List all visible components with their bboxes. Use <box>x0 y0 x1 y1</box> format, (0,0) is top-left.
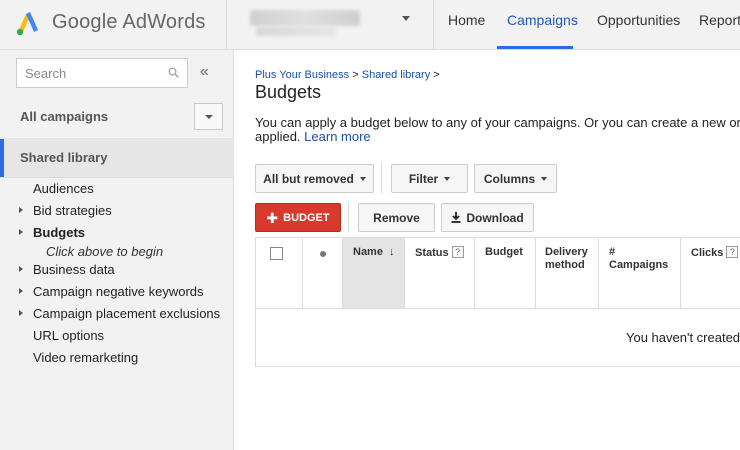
account-name[interactable] <box>250 10 360 26</box>
help-icon[interactable]: ? <box>726 246 739 258</box>
account-id <box>256 26 336 36</box>
nav-tab-opportunities[interactable]: Opportunities <box>597 12 680 28</box>
page-description: You can apply a budget below to any of y… <box>255 116 740 144</box>
column-label-text: Status <box>415 247 449 259</box>
remove-label: Remove <box>373 210 420 225</box>
column-header-delivery-method[interactable]: Delivery method <box>536 238 599 308</box>
status-dot-icon <box>320 251 326 257</box>
tree-item-campaign-placement-exclusions[interactable]: Campaign placement exclusions <box>33 306 220 321</box>
top-header: Google AdWords Home Campaigns Opportunit… <box>0 0 740 50</box>
breadcrumb-separator: > <box>433 69 440 81</box>
column-label: # Campaigns <box>609 246 669 271</box>
active-tab-indicator <box>497 46 573 49</box>
divider <box>0 177 234 178</box>
column-label-text: Clicks <box>691 247 724 259</box>
column-header-campaigns[interactable]: # Campaigns <box>599 238 681 308</box>
empty-table-message: You haven't created <box>626 330 740 345</box>
column-header-clicks[interactable]: Clicks? <box>681 238 740 308</box>
plus-icon: ✚ <box>266 209 279 226</box>
download-button[interactable]: Download <box>441 203 534 232</box>
description-line: You can apply a budget below to any of y… <box>255 115 740 130</box>
filter-label: Filter <box>408 171 439 186</box>
all-campaigns-dropdown-button[interactable] <box>194 103 223 130</box>
header-divider <box>226 0 227 49</box>
nav-tab-home[interactable]: Home <box>448 12 485 28</box>
column-label-text: Name <box>353 246 383 258</box>
status-filter-label: All but removed <box>263 171 354 186</box>
sidebar: « All campaigns Shared library Audiences… <box>0 50 234 450</box>
filter-dropdown[interactable]: Filter <box>391 164 468 193</box>
column-label: Clicks? <box>691 246 739 260</box>
add-budget-label: BUDGET <box>283 211 330 224</box>
description-line: applied. Learn more <box>255 130 740 144</box>
table-header: Name ↓ Status? Budget Delivery method # … <box>256 238 740 309</box>
budgets-table: Name ↓ Status? Budget Delivery method # … <box>255 237 740 367</box>
chevron-down-icon <box>205 115 213 119</box>
nav-tab-reports[interactable]: Reports <box>699 12 740 28</box>
columns-label: Columns <box>483 171 536 186</box>
breadcrumb-link-shared-library[interactable]: Shared library <box>362 69 430 81</box>
header-divider <box>433 0 434 49</box>
page-title: Budgets <box>255 82 322 102</box>
remove-button[interactable]: Remove <box>358 203 435 232</box>
columns-dropdown[interactable]: Columns <box>474 164 557 193</box>
budgets-hint: Click above to begin <box>46 244 164 259</box>
toolbar-divider <box>348 202 349 233</box>
breadcrumb: Plus Your Business > Shared library > <box>255 69 440 81</box>
search-icon[interactable] <box>168 67 179 78</box>
select-all-column <box>256 238 303 308</box>
download-label: Download <box>466 210 524 225</box>
column-header-status[interactable]: Status? <box>405 238 475 308</box>
column-label: Budget <box>485 246 523 258</box>
help-icon[interactable]: ? <box>451 246 464 258</box>
sort-arrow-icon: ↓ <box>389 246 395 258</box>
column-header-name[interactable]: Name ↓ <box>343 238 405 308</box>
column-label: Delivery method <box>545 246 588 271</box>
chevron-down-icon <box>541 176 548 181</box>
breadcrumb-separator: > <box>352 69 359 81</box>
select-all-checkbox[interactable] <box>270 247 283 260</box>
adwords-logo[interactable]: Google AdWords <box>14 6 206 38</box>
all-campaigns-link[interactable]: All campaigns <box>20 109 108 124</box>
column-label: Name ↓ <box>353 246 395 259</box>
expand-arrow-icon[interactable] <box>19 310 23 316</box>
tree-item-budgets[interactable]: Budgets <box>33 225 85 240</box>
logo-text: Google AdWords <box>52 10 206 33</box>
expand-arrow-icon[interactable] <box>19 288 23 294</box>
nav-tab-campaigns[interactable]: Campaigns <box>507 12 578 28</box>
chevron-down-icon <box>444 176 451 181</box>
sidebar-item-label: Shared library <box>20 150 108 165</box>
tree-item-url-options[interactable]: URL options <box>33 328 104 343</box>
add-budget-button[interactable]: ✚ BUDGET <box>255 203 341 232</box>
chevron-down-icon <box>359 176 366 181</box>
download-icon <box>451 212 461 223</box>
expand-arrow-icon[interactable] <box>19 207 23 213</box>
tree-item-audiences[interactable]: Audiences <box>33 181 94 196</box>
learn-more-link[interactable]: Learn more <box>304 129 370 144</box>
status-dot-column <box>303 238 343 308</box>
expand-arrow-icon[interactable] <box>19 266 23 272</box>
expand-arrow-icon[interactable] <box>19 229 23 235</box>
status-filter-dropdown[interactable]: All but removed <box>255 164 374 193</box>
collapse-sidebar-icon[interactable]: « <box>200 62 209 82</box>
account-dropdown-icon[interactable] <box>402 16 410 21</box>
adwords-logo-icon <box>16 12 38 36</box>
search-input[interactable] <box>17 59 157 87</box>
column-header-budget[interactable]: Budget <box>475 238 536 308</box>
main-content: Plus Your Business > Shared library > Bu… <box>235 50 740 450</box>
tree-item-video-remarketing[interactable]: Video remarketing <box>33 350 138 365</box>
tree-item-campaign-negative-keywords[interactable]: Campaign negative keywords <box>33 284 204 299</box>
sidebar-search <box>16 58 188 88</box>
description-text: applied. <box>255 129 301 144</box>
tree-item-bid-strategies[interactable]: Bid strategies <box>33 203 112 218</box>
toolbar-divider <box>381 163 382 194</box>
tree-item-business-data[interactable]: Business data <box>33 262 115 277</box>
breadcrumb-link-account[interactable]: Plus Your Business <box>255 69 349 81</box>
column-label: Status? <box>415 246 464 260</box>
sidebar-item-shared-library[interactable]: Shared library <box>0 139 234 177</box>
